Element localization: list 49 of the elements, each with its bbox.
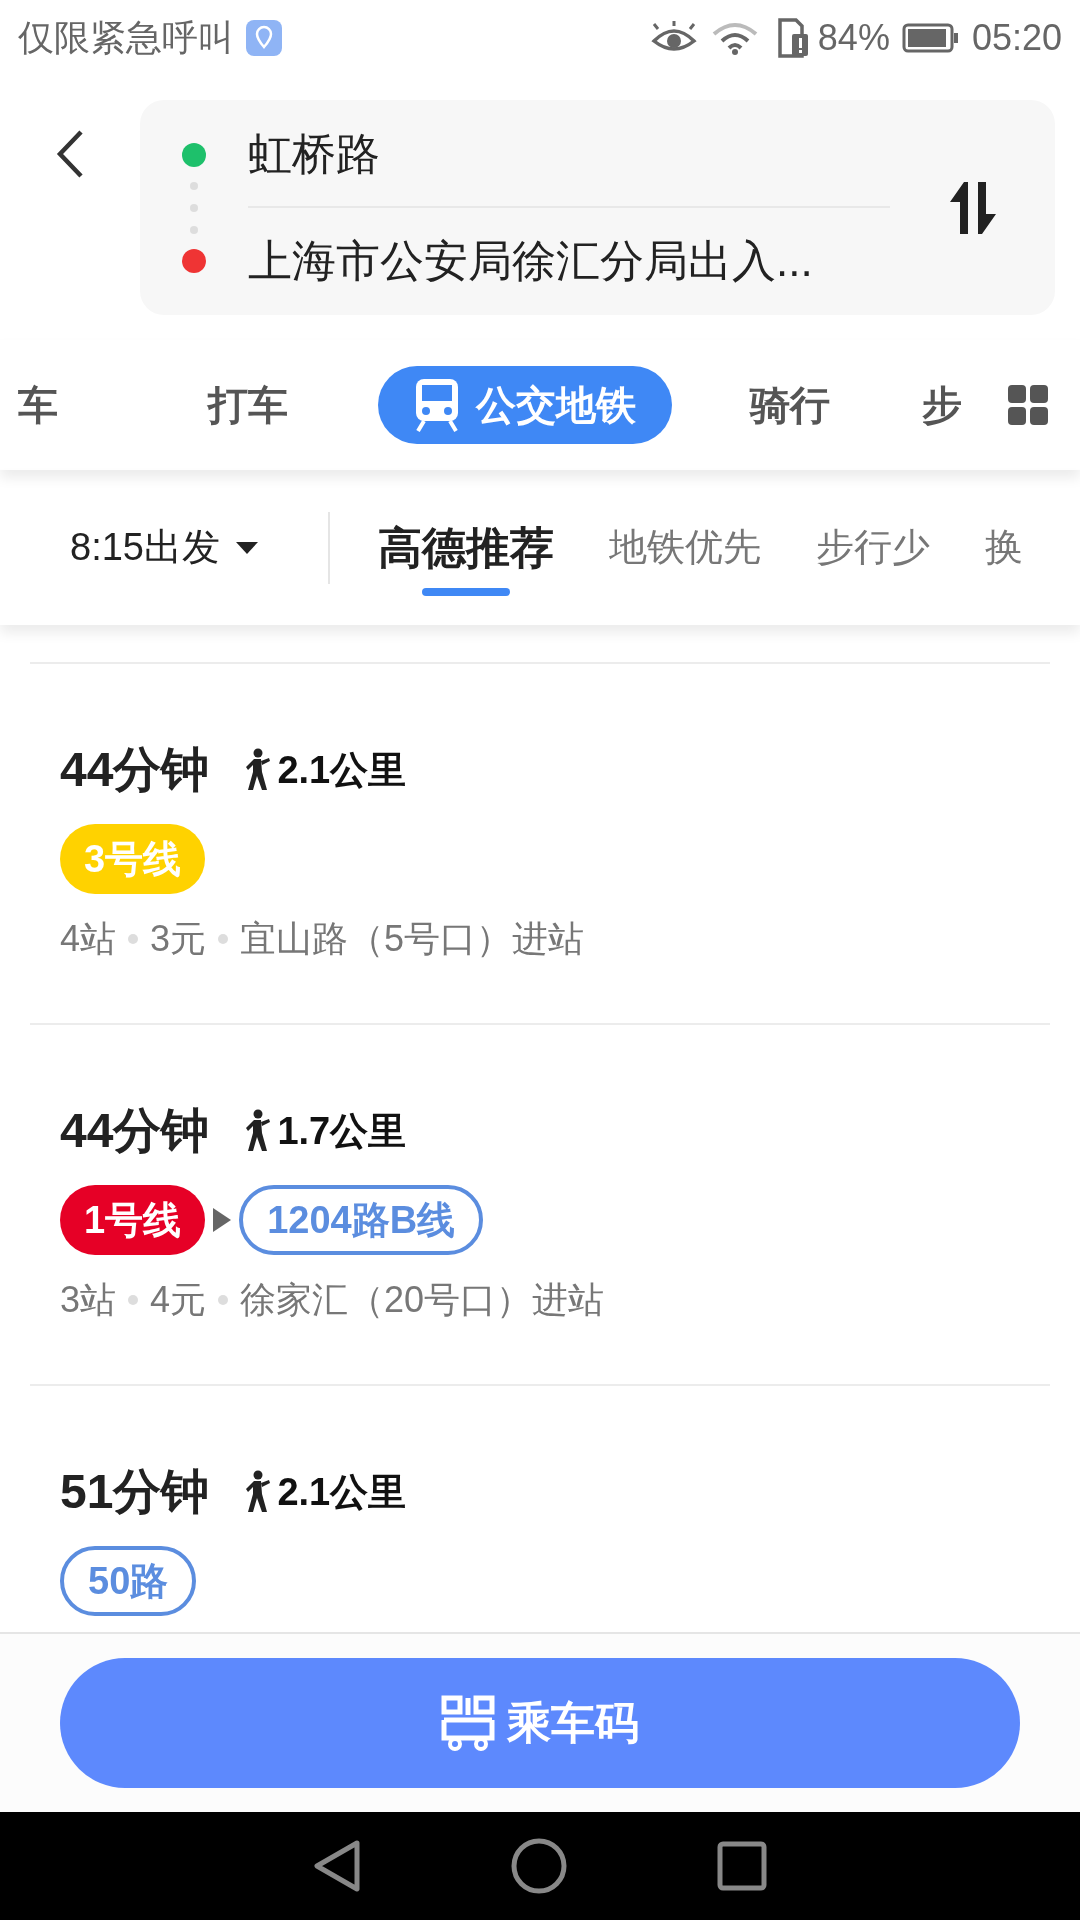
route-info-text: 3元 xyxy=(150,917,207,961)
separator-dot-icon xyxy=(218,1295,229,1305)
separator-dot-icon xyxy=(128,1295,139,1305)
route-info-text: 3站 xyxy=(60,1278,117,1322)
sort-tab[interactable]: 步行少 xyxy=(816,497,930,598)
mode-tab[interactable]: 步 xyxy=(908,375,1008,435)
transfer-arrow-icon xyxy=(213,1208,232,1232)
line-badge: 1号线 xyxy=(60,1185,206,1255)
bus-code-icon xyxy=(441,1695,495,1751)
dropdown-caret-icon xyxy=(236,541,258,554)
sort-tab[interactable]: 高德推荐 xyxy=(378,497,554,598)
bus-badge: 1204路B线 xyxy=(239,1185,484,1255)
departure-time-dropdown[interactable]: 8:15出发 xyxy=(0,511,330,584)
mode-tab[interactable]: 骑行 xyxy=(672,375,908,435)
back-icon[interactable] xyxy=(55,128,85,180)
battery-percent: 84% xyxy=(817,15,890,60)
swap-icon[interactable] xyxy=(947,179,998,236)
route-info-text: 徐家汇（20号口）进站 xyxy=(240,1278,605,1322)
separator-dot-icon xyxy=(218,934,229,944)
sort-tab[interactable]: 换 xyxy=(985,497,1023,598)
back-nav-icon[interactable] xyxy=(313,1839,361,1893)
separator-dot-icon xyxy=(128,934,139,944)
grid-menu-icon[interactable] xyxy=(1008,385,1048,425)
bus-badge: 50路 xyxy=(60,1546,197,1616)
walk-distance: 2.1公里 xyxy=(277,747,407,793)
mode-tab[interactable]: 打车 xyxy=(130,375,366,435)
destination-dot-icon xyxy=(182,248,206,273)
clock-text: 05:20 xyxy=(971,15,1062,60)
home-nav-icon[interactable] xyxy=(511,1838,567,1894)
line-badge: 3号线 xyxy=(60,824,206,894)
route-duration: 44分钟 xyxy=(60,1103,210,1159)
carrier-text: 仅限紧急呼叫 xyxy=(18,15,234,60)
walk-distance: 1.7公里 xyxy=(277,1108,407,1154)
origin-dot-icon xyxy=(182,142,206,167)
recents-nav-icon[interactable] xyxy=(717,1841,767,1891)
route-info-text: 宜山路（5号口）进站 xyxy=(240,917,585,961)
route-info-text: 4站 xyxy=(60,917,117,961)
origin-field[interactable]: 虹桥路 xyxy=(248,101,890,208)
sim-card-icon xyxy=(775,17,810,58)
route-duration: 44分钟 xyxy=(60,742,210,798)
mode-tab[interactable]: 车 xyxy=(0,375,130,435)
location-icon xyxy=(246,19,282,56)
route-info-text: 4元 xyxy=(150,1278,207,1322)
sort-tab[interactable]: 地铁优先 xyxy=(609,497,761,598)
train-icon xyxy=(414,377,460,433)
route-duration: 51分钟 xyxy=(60,1464,210,1520)
battery-icon xyxy=(901,22,960,53)
walk-distance: 2.1公里 xyxy=(277,1469,407,1515)
destination-field[interactable]: 上海市公安局徐汇分局出入... xyxy=(248,207,890,314)
